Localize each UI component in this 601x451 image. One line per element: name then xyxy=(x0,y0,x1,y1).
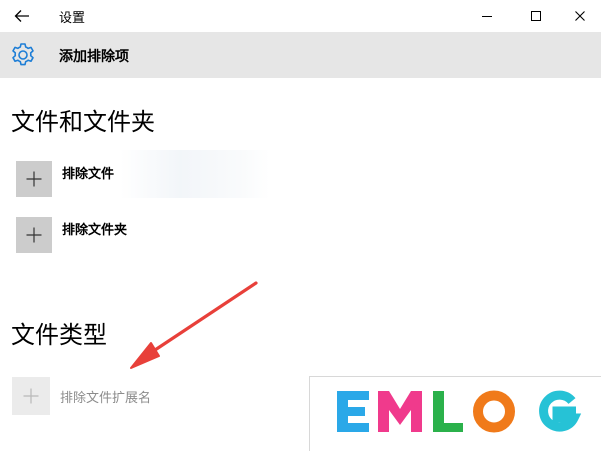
settings-window: 设置 添加排除项 文件和文件夹 排除文件 排除文件夹 文件类型 排除文件扩展名 xyxy=(0,0,601,451)
page-header: 添加排除项 xyxy=(0,32,601,78)
plus-icon xyxy=(23,388,39,404)
section-heading-file-types: 文件类型 xyxy=(11,321,107,349)
plus-icon xyxy=(26,171,42,187)
add-box[interactable] xyxy=(12,377,50,415)
exclude-folder-label: 排除文件夹 xyxy=(62,223,128,238)
window-title: 设置 xyxy=(59,11,86,26)
close-icon xyxy=(575,11,585,21)
back-button[interactable] xyxy=(0,0,44,32)
exclude-file-label: 排除文件 xyxy=(62,167,115,182)
section-heading-files-folders: 文件和文件夹 xyxy=(11,108,155,136)
background-smudge xyxy=(120,150,270,198)
minimize-button[interactable] xyxy=(464,0,510,32)
emlog-logo xyxy=(337,390,582,433)
arrow-left-icon xyxy=(14,10,29,22)
add-box[interactable] xyxy=(16,161,52,197)
plus-icon xyxy=(26,227,42,243)
maximize-icon xyxy=(531,11,541,21)
minimize-icon xyxy=(482,16,492,17)
gear-icon xyxy=(12,43,34,66)
title-bar: 设置 xyxy=(0,0,601,32)
page-title: 添加排除项 xyxy=(59,49,129,65)
exclude-extension-label: 排除文件扩展名 xyxy=(60,391,152,406)
emlog-watermark xyxy=(309,376,601,451)
close-button[interactable] xyxy=(557,0,601,32)
add-box[interactable] xyxy=(16,217,52,253)
maximize-button[interactable] xyxy=(513,0,559,32)
